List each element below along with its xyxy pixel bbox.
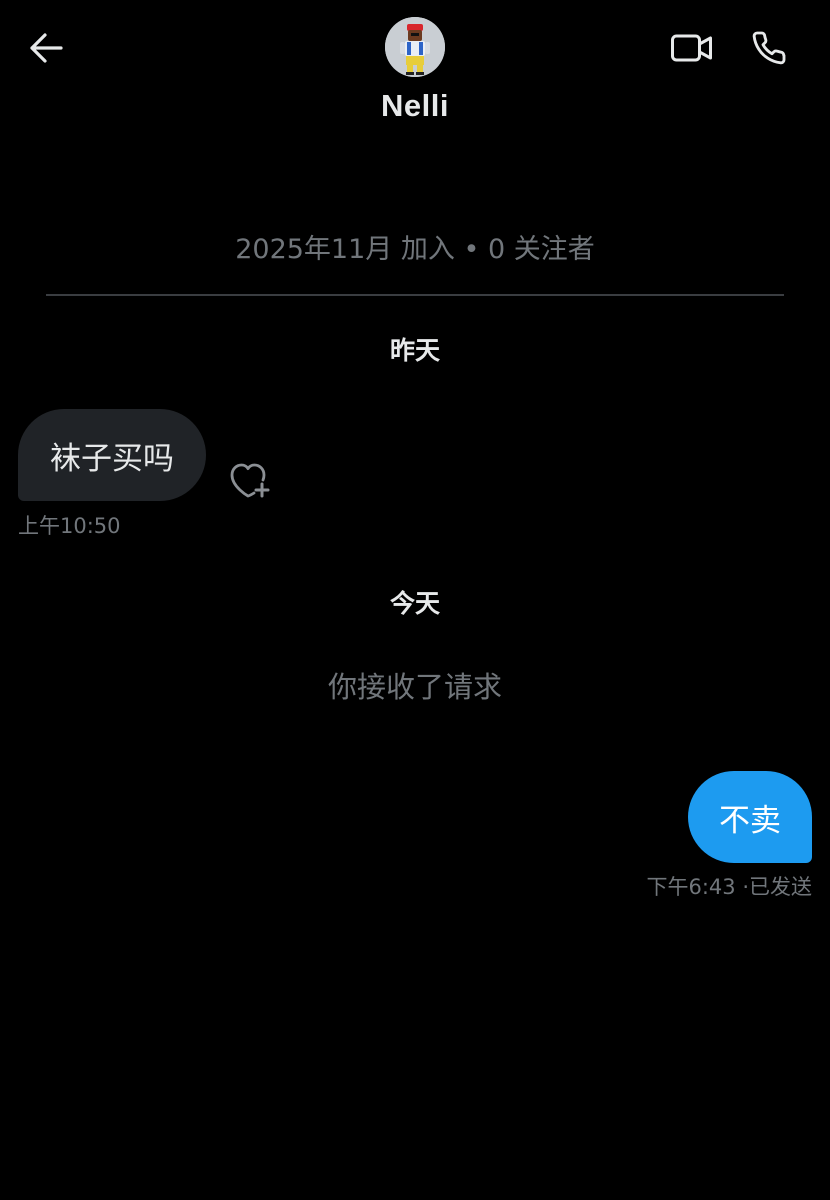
voice-call-button[interactable] bbox=[744, 24, 794, 72]
day-label-today: 今天 bbox=[389, 589, 440, 618]
incoming-message-bubble[interactable]: 袜子买吗 bbox=[18, 409, 206, 501]
follower-count: 0 关注者 bbox=[488, 234, 595, 265]
day-label-yesterday: 昨天 bbox=[389, 336, 440, 365]
profile-meta: 2025年11月 加入 • 0 关注者 bbox=[0, 227, 830, 266]
status-separator: · bbox=[742, 875, 749, 899]
phone-icon bbox=[752, 31, 786, 65]
arrow-left-icon bbox=[30, 33, 63, 63]
header-divider bbox=[46, 294, 784, 296]
back-button[interactable] bbox=[22, 26, 70, 70]
request-accepted-notice: 你接收了请求 bbox=[327, 670, 502, 704]
meta-separator: • bbox=[463, 234, 480, 265]
delivery-status: 已发送 bbox=[749, 875, 812, 899]
contact-name[interactable]: Nelli bbox=[0, 88, 830, 124]
incoming-message-time: 上午10:50 bbox=[18, 514, 121, 538]
outgoing-message-text: 不卖 bbox=[719, 802, 781, 839]
incoming-message-text: 袜子买吗 bbox=[50, 440, 174, 477]
outgoing-message-bubble[interactable]: 不卖 bbox=[688, 771, 812, 863]
outgoing-message-time: 下午6:43 bbox=[646, 875, 736, 899]
joined-date: 2025年11月 加入 bbox=[235, 234, 455, 265]
video-call-button[interactable] bbox=[664, 24, 720, 72]
avatar-figure bbox=[385, 17, 445, 77]
video-camera-icon bbox=[671, 34, 712, 62]
contact-avatar[interactable] bbox=[385, 17, 445, 77]
heart-add-icon bbox=[230, 463, 270, 498]
react-button[interactable] bbox=[226, 458, 274, 502]
outgoing-message-meta: 下午6:43 ·已发送 bbox=[646, 871, 812, 901]
dm-conversation-screen: Nelli 2025年11月 加入 • 0 关注者 昨天 袜子买吗 上午10:5… bbox=[0, 0, 830, 1200]
